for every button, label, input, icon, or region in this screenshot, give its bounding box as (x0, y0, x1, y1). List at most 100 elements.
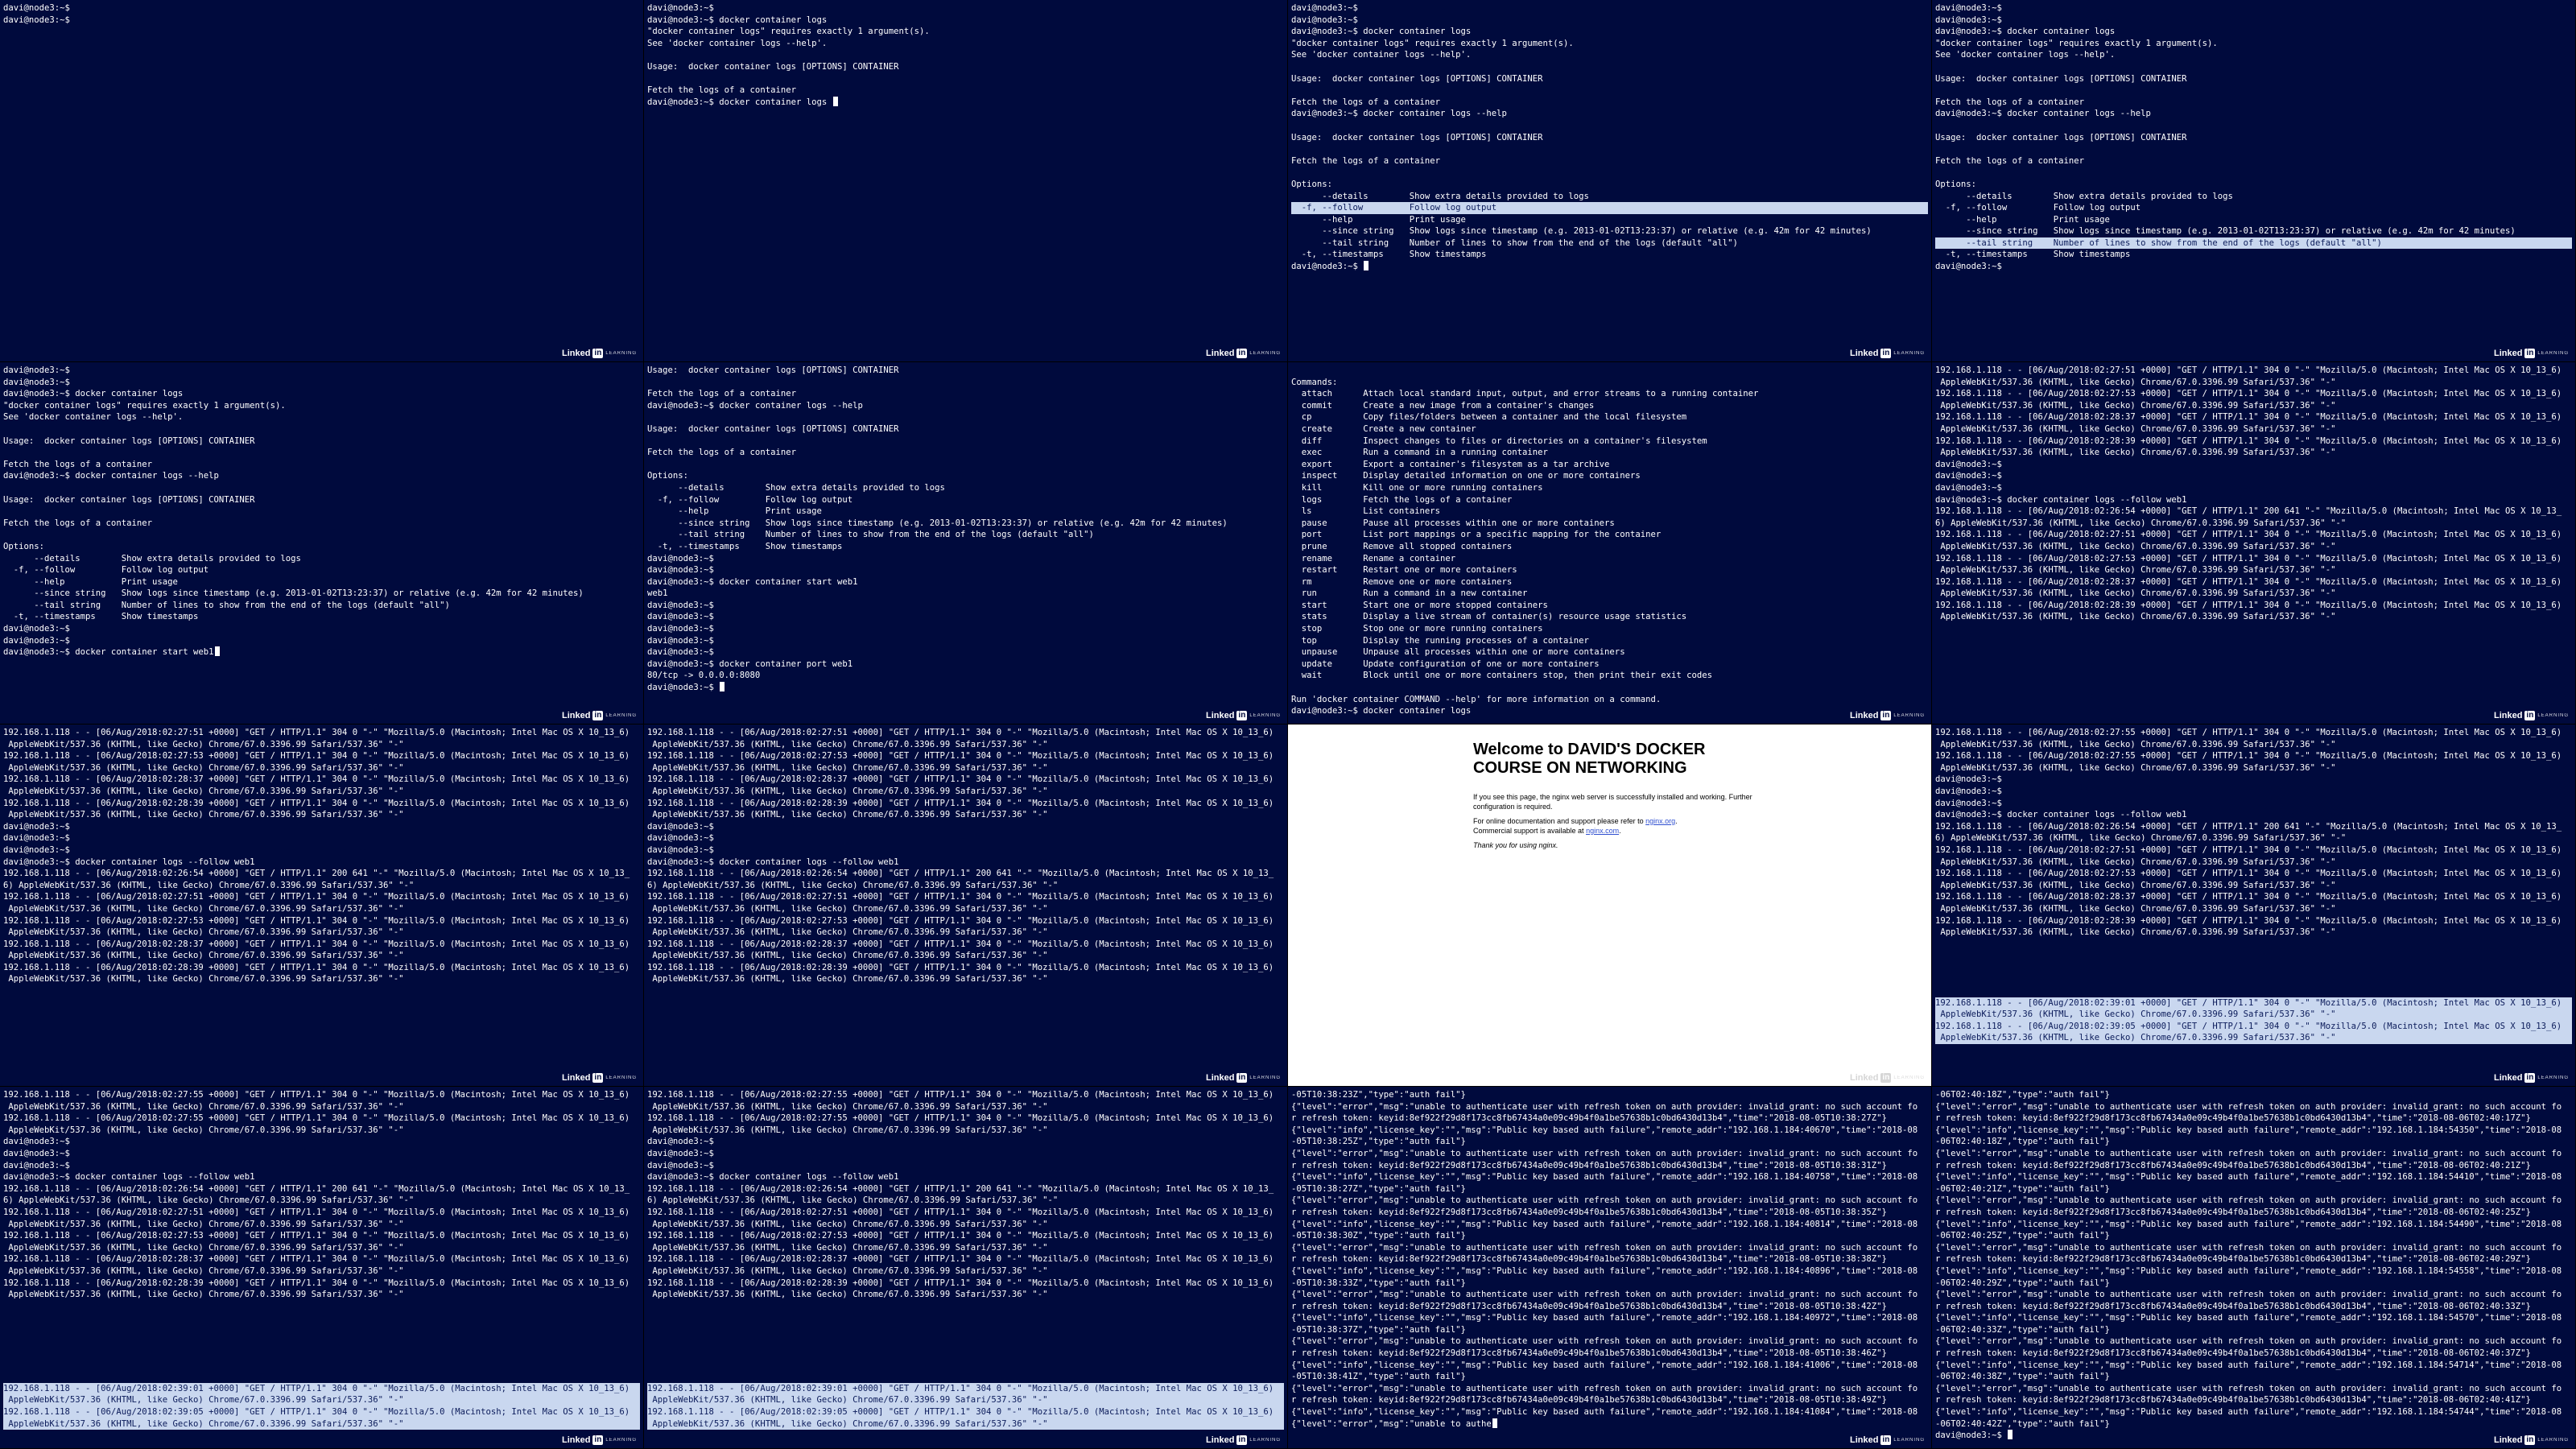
terminal-line: davi@node3:~$ (3, 844, 70, 855)
terminal-line: davi@node3:~$ (1935, 798, 2002, 808)
terminal-line: davi@node3:~$ (647, 565, 714, 576)
terminal-line: 192.168.1.118 - - [06/Aug/2018:02:27:55 … (647, 1090, 1274, 1100)
watermark-name: Linked (1849, 1073, 1879, 1083)
terminal-line: davi@node3:~$ docker container logs (647, 96, 1284, 109)
terminal-line: -06T02:40:18Z","type":"auth fail"} (1935, 1090, 2110, 1100)
watermark-sub: LEARNING (1249, 1438, 1281, 1443)
terminal-line: {"level":"error","msg":"unable to authen… (1935, 1148, 2562, 1158)
terminal-line: Options: (647, 471, 689, 481)
terminal-line: davi@node3:~$ docker container logs --he… (1291, 109, 1507, 119)
terminal-line: 192.168.1.118 - - [06/Aug/2018:02:26:54 … (1935, 821, 2562, 832)
terminal-output[interactable]: 192.168.1.118 - - [06/Aug/2018:02:27:55 … (647, 1089, 1284, 1448)
terminal-line: 192.168.1.118 - - [06/Aug/2018:02:28:39 … (1935, 915, 2562, 926)
terminal-output[interactable]: davi@node3:~$ davi@node3:~$ davi@node3:~$ … (1291, 2, 1928, 361)
terminal-line: davi@node3:~$ (647, 1160, 714, 1170)
terminal-line: AppleWebKit/537.36 (KHTML, like Gecko) C… (1935, 423, 2336, 434)
terminal-line: {"level":"error","msg":"unable to authen… (1291, 1290, 1918, 1300)
frame-panel: davi@node3:~$ davi@node3:~$ docker contai… (644, 0, 1288, 362)
watermark-name: Linked (1849, 349, 1879, 358)
terminal-line: See 'docker container logs --help'. (647, 38, 828, 48)
terminal-line: davi@node3:~$ docker container logs --fo… (3, 1172, 255, 1183)
terminal-line: See 'docker container logs --help'. (1291, 50, 1472, 60)
terminal-line: AppleWebKit/537.36 (KHTML, like Gecko) C… (1935, 377, 2336, 387)
terminal-line: {"level":"error","msg":"unable to authen… (1291, 1101, 1918, 1112)
terminal-output[interactable]: -06T02:40:18Z","type":"auth fail"} {"leve… (1935, 1089, 2572, 1448)
terminal-line: {"level":"info","license_key":"","msg":"… (1935, 1313, 2562, 1323)
terminal-line: r refresh token: keyid:8ef922f29d8f173cc… (1291, 1301, 1887, 1311)
terminal-line: AppleWebKit/537.36 (KHTML, like Gecko) C… (3, 1265, 404, 1276)
frame-panel: davi@node3:~$ davi@node3:~$ davi@node3:~$ … (1932, 0, 2576, 362)
terminal-line: 192.168.1.118 - - [06/Aug/2018:02:26:54 … (647, 869, 1274, 879)
terminal-line: -06T02:40:25Z","type":"auth fail"} (1935, 1231, 2110, 1241)
terminal-line: AppleWebKit/537.36 (KHTML, like Gecko) C… (647, 762, 1048, 773)
terminal-line: AppleWebKit/537.36 (KHTML, like Gecko) C… (1935, 400, 2336, 411)
terminal-line: prune Remove all stopped containers (1291, 541, 1513, 551)
terminal-line: {"level":"info","license_key":"","msg":"… (1935, 1407, 2562, 1418)
terminal-line: -05T10:38:23Z","type":"auth fail"} (1291, 1090, 1466, 1100)
terminal-line: {"level":"info","license_key":"","msg":"… (1935, 1360, 2562, 1370)
terminal-line: {"level":"info","license_key":"","msg":"… (1291, 1172, 1918, 1183)
terminal-output[interactable]: 192.168.1.118 - - [06/Aug/2018:02:27:55 … (1935, 727, 2572, 1086)
linkedin-learning-watermark: Linked in LEARNING (2494, 1073, 2569, 1083)
terminal-line: davi@node3:~$ (1935, 3, 2002, 13)
terminal-output[interactable]: davi@node3:~$ davi@node3:~$ davi@node3:~$ … (1935, 2, 2572, 361)
terminal-line: davi@node3:~$ docker container start web… (3, 646, 640, 658)
watermark-sub: LEARNING (1249, 351, 1281, 356)
watermark-name: Linked (1849, 1435, 1879, 1445)
terminal-line: AppleWebKit/537.36 (KHTML, like Gecko) C… (1935, 927, 2336, 938)
terminal-line: 192.168.1.118 - - [06/Aug/2018:02:28:37 … (1935, 412, 2562, 423)
terminal-line: r refresh token: keyid:8ef922f29d8f173cc… (1935, 1395, 2531, 1406)
terminal-output[interactable]: Usage: docker container logs [OPTIONS] C… (647, 365, 1284, 724)
terminal-output[interactable]: davi@node3:~$ davi@node3:~$ docker contai… (647, 2, 1284, 361)
terminal-line: Run 'docker container COMMAND --help' fo… (1291, 694, 1662, 704)
terminal-line: {"level":"error","msg":"unable to authen… (1935, 1195, 2562, 1206)
terminal-output[interactable]: davi@node3:~$ davi@node3:~$ (3, 2, 640, 361)
terminal-line: Fetch the logs of a container (3, 459, 152, 469)
terminal-line: r refresh token: keyid:8ef922f29d8f173cc… (1935, 1160, 2531, 1170)
terminal-line: AppleWebKit/537.36 (KHTML, like Gecko) C… (3, 739, 404, 749)
welcome-heading: Welcome to DAVID'S DOCKER COURSE ON NETW… (1473, 741, 1706, 777)
terminal-line: 192.168.1.118 - - [06/Aug/2018:02:27:53 … (3, 915, 630, 926)
terminal-line: davi@node3:~$ docker container logs --he… (647, 400, 863, 411)
frame-panel: 192.168.1.118 - - [06/Aug/2018:02:27:51 … (0, 724, 644, 1087)
terminal-line: r refresh token: keyid:8ef922f29d8f173cc… (1935, 1207, 2531, 1217)
terminal-line: --tail string Number of lines to show fr… (3, 600, 450, 610)
terminal-output[interactable]: davi@node3:~$ davi@node3:~$ davi@node3:~$ … (3, 365, 640, 724)
terminal-output[interactable]: -05T10:38:23Z","type":"auth fail"} {"leve… (1291, 1089, 1928, 1448)
docs-paragraph: For online documentation and support ple… (1473, 816, 1763, 836)
terminal-line: davi@node3:~$ (3, 1148, 70, 1158)
terminal-line: 192.168.1.118 - - [06/Aug/2018:02:28:39 … (1935, 600, 2562, 610)
terminal-line: davi@node3:~$ (647, 553, 714, 564)
terminal-line: create Create a new container (1291, 423, 1476, 434)
watermark-name: Linked (561, 349, 591, 358)
terminal-line: davi@node3:~$ (1935, 482, 2002, 493)
watermark-name: Linked (1205, 711, 1235, 720)
linkedin-learning-watermark: Linked in LEARNING (1206, 1073, 1281, 1083)
watermark-sub: LEARNING (605, 351, 637, 356)
linkedin-learning-watermark: Linked in LEARNING (1850, 1435, 1925, 1445)
terminal-line: AppleWebKit/537.36 (KHTML, like Gecko) C… (1935, 762, 2336, 773)
terminal-line: -06T02:40:18Z","type":"auth fail"} (1935, 1137, 2110, 1147)
watermark-sub: LEARNING (2537, 713, 2569, 718)
terminal-line: commit Create a new image from a contain… (1291, 400, 1595, 411)
terminal-line: AppleWebKit/537.36 (KHTML, like Gecko) C… (647, 1242, 1048, 1253)
terminal-line: "docker container logs" requires exactly… (1291, 38, 1574, 48)
terminal-line: -t, --timestamps Show timestamps (1291, 250, 1487, 260)
terminal-line: -t, --timestamps Show timestamps (647, 541, 843, 551)
nginx-welcome-page: Welcome to DAVID'S DOCKER COURSE ON NETW… (1473, 741, 1763, 855)
nginx-com-link[interactable]: nginx.com (1586, 827, 1619, 835)
terminal-line: restart Restart one or more containers (1291, 565, 1517, 576)
terminal-output[interactable]: 192.168.1.118 - - [06/Aug/2018:02:27:51 … (647, 727, 1284, 1086)
terminal-output[interactable]: 192.168.1.118 - - [06/Aug/2018:02:27:51 … (3, 727, 640, 1086)
nginx-org-link[interactable]: nginx.org (1645, 817, 1675, 825)
terminal-line: 192.168.1.118 - - [06/Aug/2018:02:28:39 … (647, 1278, 1274, 1288)
terminal-line: Options: (3, 541, 45, 551)
terminal-output[interactable]: Commands: attach Attach local standard i… (1291, 365, 1928, 724)
terminal-output[interactable]: 192.168.1.118 - - [06/Aug/2018:02:27:51 … (1935, 365, 2572, 724)
terminal-output[interactable]: 192.168.1.118 - - [06/Aug/2018:02:27:55 … (3, 1089, 640, 1448)
terminal-line: --details Show extra details provided to… (1291, 191, 1589, 201)
